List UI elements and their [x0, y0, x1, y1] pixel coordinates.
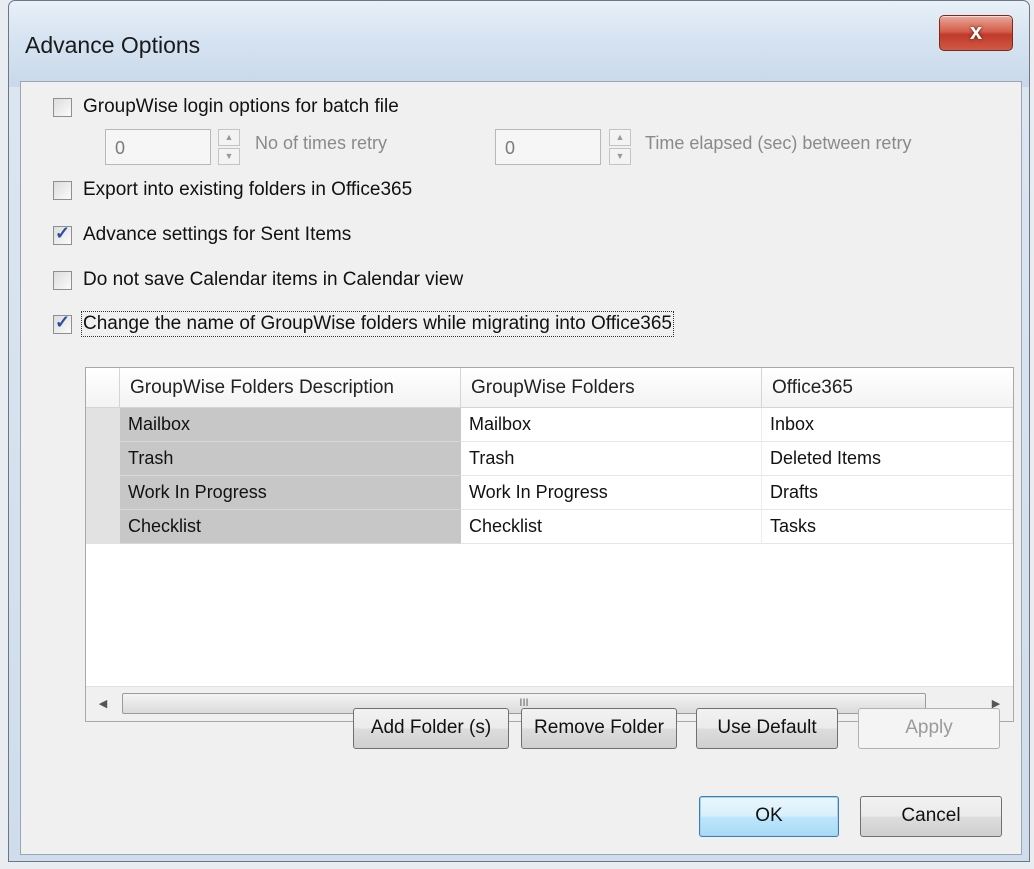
calendar-view-checkbox[interactable]: [53, 270, 72, 290]
remove-folder-button[interactable]: Remove Folder: [521, 708, 677, 749]
rename-folders-label: Change the name of GroupWise folders whi…: [81, 311, 674, 337]
checkmark-icon: ✓: [55, 222, 71, 243]
spin-up-icon[interactable]: ▲: [609, 129, 631, 146]
groupwise-folder-cell[interactable]: Checklist: [461, 510, 762, 544]
retry-interval-spinner[interactable]: ▲ ▼: [609, 129, 631, 165]
spin-down-icon[interactable]: ▼: [218, 148, 240, 165]
rename-folders-checkbox[interactable]: ✓: [53, 311, 72, 334]
spin-down-icon[interactable]: ▼: [609, 148, 631, 165]
row-header[interactable]: [86, 476, 120, 510]
spin-up-icon[interactable]: ▲: [218, 129, 240, 146]
retry-count-input[interactable]: 0: [105, 129, 211, 165]
batch-login-label: GroupWise login options for batch file: [83, 96, 399, 117]
office365-folder-cell[interactable]: Inbox: [762, 408, 1013, 442]
retry-count-label: No of times retry: [255, 133, 388, 153]
use-default-button[interactable]: Use Default: [696, 708, 838, 749]
calendar-view-label: Do not save Calendar items in Calendar v…: [83, 269, 464, 290]
description-cell: Work In Progress: [120, 476, 461, 510]
table-row[interactable]: Trash Trash Deleted Items: [86, 442, 1013, 476]
groupwise-folder-cell[interactable]: Trash: [461, 442, 762, 476]
close-icon: x: [969, 19, 983, 44]
description-cell: Mailbox: [120, 408, 461, 442]
row-header-corner: [86, 368, 120, 407]
table-row[interactable]: Work In Progress Work In Progress Drafts: [86, 476, 1013, 510]
export-existing-checkbox[interactable]: [53, 180, 72, 200]
row-header[interactable]: [86, 408, 120, 442]
groupwise-folder-cell[interactable]: Work In Progress: [461, 476, 762, 510]
grid-header: GroupWise Folders Description GroupWise …: [86, 368, 1013, 408]
close-button[interactable]: x: [939, 15, 1013, 51]
retry-interval-input[interactable]: 0: [495, 129, 601, 165]
checkmark-icon: ✓: [55, 311, 71, 332]
sent-items-checkbox[interactable]: ✓: [53, 222, 72, 245]
description-cell: Trash: [120, 442, 461, 476]
description-cell: Checklist: [120, 510, 461, 544]
rename-folders-option[interactable]: ✓ Change the name of GroupWise folders w…: [53, 309, 674, 339]
folder-mapping-grid[interactable]: GroupWise Folders Description GroupWise …: [85, 367, 1014, 722]
export-existing-option[interactable]: Export into existing folders in Office36…: [53, 175, 412, 205]
office365-folder-cell[interactable]: Deleted Items: [762, 442, 1013, 476]
table-row[interactable]: Checklist Checklist Tasks: [86, 510, 1013, 544]
office365-folder-cell[interactable]: Drafts: [762, 476, 1013, 510]
column-header-description[interactable]: GroupWise Folders Description: [120, 368, 461, 407]
calendar-view-option[interactable]: Do not save Calendar items in Calendar v…: [53, 265, 463, 295]
sent-items-label: Advance settings for Sent Items: [83, 224, 352, 245]
dialog-body: GroupWise login options for batch file 0…: [20, 81, 1022, 855]
cancel-button[interactable]: Cancel: [860, 796, 1002, 837]
retry-count-spinner[interactable]: ▲ ▼: [218, 129, 240, 165]
office365-folder-cell[interactable]: Tasks: [762, 510, 1013, 544]
scroll-left-icon[interactable]: ◀: [86, 687, 120, 721]
retry-interval-label: Time elapsed (sec) between retry: [645, 133, 912, 153]
batch-login-checkbox[interactable]: [53, 97, 72, 117]
apply-button[interactable]: Apply: [858, 708, 1000, 749]
table-row[interactable]: Mailbox Mailbox Inbox: [86, 408, 1013, 442]
sent-items-option[interactable]: ✓ Advance settings for Sent Items: [53, 220, 351, 250]
add-folder-button[interactable]: Add Folder (s): [353, 708, 509, 749]
ok-button[interactable]: OK: [699, 796, 839, 837]
dialog-title: Advance Options: [25, 32, 201, 58]
advance-options-dialog: Advance Options x GroupWise login option…: [8, 0, 1030, 862]
export-existing-label: Export into existing folders in Office36…: [83, 179, 413, 200]
row-header[interactable]: [86, 510, 120, 544]
column-header-office365[interactable]: Office365: [762, 368, 1013, 407]
row-header[interactable]: [86, 442, 120, 476]
column-header-groupwise-folders[interactable]: GroupWise Folders: [461, 368, 762, 407]
title-bar[interactable]: Advance Options x: [9, 1, 1029, 87]
batch-login-option[interactable]: GroupWise login options for batch file: [53, 92, 399, 122]
groupwise-folder-cell[interactable]: Mailbox: [461, 408, 762, 442]
